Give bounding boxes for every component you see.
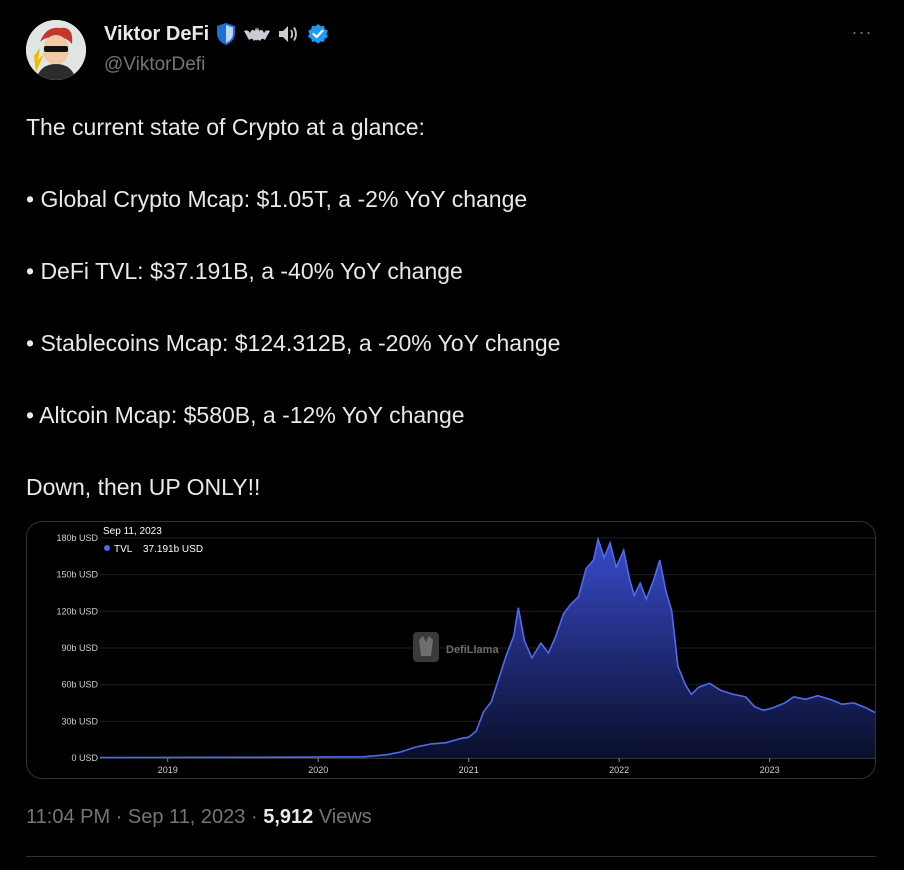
tooltip-label: TVL [114, 544, 133, 555]
tweet-bullet: • Global Crypto Mcap: $1.05T, a -2% YoY … [26, 186, 528, 212]
tweet-bullet: • Stablecoins Mcap: $124.312B, a -20% Yo… [26, 330, 561, 356]
y-tick-label: 180b USD [56, 533, 98, 543]
y-tick-label: 60b USD [61, 680, 98, 690]
tweet-closing: Down, then UP ONLY!! [26, 474, 261, 500]
tweet-time[interactable]: 11:04 PM [26, 806, 110, 828]
tooltip-date: Sep 11, 2023 [103, 526, 162, 537]
tweet-date[interactable]: Sep 11, 2023 [128, 806, 246, 828]
more-icon: ··· [851, 22, 873, 42]
y-tick-label: 150b USD [56, 570, 98, 580]
x-tick-label: 2021 [459, 765, 479, 775]
divider [26, 856, 876, 857]
y-tick-label: 30b USD [61, 716, 98, 726]
meta-separator: · [110, 806, 128, 828]
defillama-watermark: DefiLlama [413, 632, 499, 662]
tweet-meta: 11:04 PM · Sep 11, 2023 · 5,912 Views [26, 806, 372, 829]
tweet-text: The current state of Crypto at a glance:… [26, 112, 876, 502]
author-handle[interactable]: @ViktorDefi [104, 54, 205, 76]
y-tick-label: 90b USD [61, 643, 98, 653]
watermark-text: DefiLlama [446, 644, 499, 656]
x-tick-label: 2022 [609, 765, 629, 775]
shield-icon [215, 22, 237, 46]
meta-separator: · [245, 806, 264, 828]
y-tick-label: 0 USD [71, 753, 98, 763]
chart-tooltip: Sep 11, 2023 TVL 37.191b USD [103, 526, 203, 555]
more-options-button[interactable]: ··· [846, 22, 878, 46]
author-name-row: Viktor DeFi [104, 22, 329, 46]
y-tick-label: 120b USD [56, 606, 98, 616]
author-display-name[interactable]: Viktor DeFi [104, 23, 209, 46]
views-count: 5,912 [263, 806, 314, 828]
x-tick-label: 2020 [308, 765, 328, 775]
tooltip-dot [104, 545, 110, 551]
views-label: Views [313, 806, 372, 828]
tweet-bullet: • DeFi TVL: $37.191B, a -40% YoY change [26, 258, 463, 284]
avatar[interactable] [26, 20, 86, 80]
tweet-bullet: • Altcoin Mcap: $580B, a -12% YoY change [26, 402, 465, 428]
bat-icon [243, 24, 271, 44]
verified-icon [307, 23, 329, 45]
tvl-chart: 0 USD 30b USD 60b USD 90b USD 120b USD 150b U… [56, 526, 875, 775]
x-tick-label: 2023 [760, 765, 780, 775]
tooltip-value: 37.191b USD [143, 544, 203, 555]
speaker-icon [277, 23, 301, 45]
chart-image[interactable]: 0 USD 30b USD 60b USD 90b USD 120b USD 150b U… [26, 521, 876, 779]
x-tick-label: 2019 [158, 765, 178, 775]
tweet-intro: The current state of Crypto at a glance: [26, 114, 425, 140]
